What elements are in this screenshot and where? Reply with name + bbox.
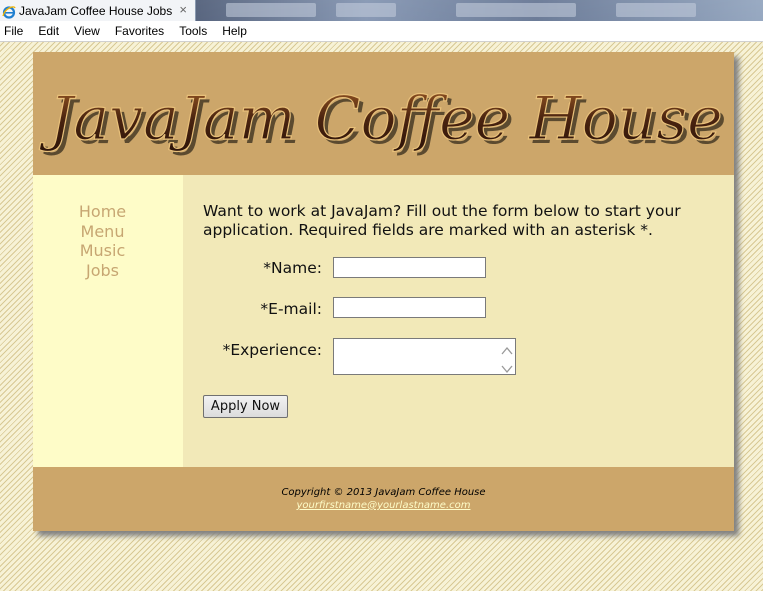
nav-jobs-link[interactable]: Jobs (33, 261, 172, 281)
menu-tools[interactable]: Tools (173, 24, 213, 38)
browser-tab[interactable]: JavaJam Coffee House Jobs × (0, 0, 196, 21)
main-content: Want to work at JavaJam? Fill out the fo… (183, 175, 734, 467)
nav-menu-link[interactable]: Menu (33, 222, 172, 242)
experience-textarea[interactable] (333, 338, 516, 375)
menu-favorites[interactable]: Favorites (109, 24, 170, 38)
blurred-toolbar (196, 0, 763, 21)
menu-view[interactable]: View (68, 24, 106, 38)
menu-file[interactable]: File (0, 24, 29, 38)
logo-text: JavaJam Coffee House (38, 84, 722, 154)
site-header: JavaJam Coffee House JavaJam Coffee Hous… (33, 52, 734, 175)
textarea-scrollbar[interactable] (499, 340, 514, 374)
intro-text: Want to work at JavaJam? Fill out the fo… (203, 202, 681, 239)
apply-now-button[interactable]: Apply Now (203, 395, 288, 418)
scroll-down-icon[interactable] (501, 359, 513, 378)
menu-help[interactable]: Help (216, 24, 253, 38)
site-logo: JavaJam Coffee House JavaJam Coffee Hous… (38, 83, 727, 158)
name-field[interactable] (333, 257, 486, 278)
tab-title: JavaJam Coffee House Jobs (19, 3, 173, 18)
browser-tab-bar: JavaJam Coffee House Jobs × (0, 0, 763, 21)
name-label: *Name: (263, 259, 322, 277)
internet-explorer-icon (2, 4, 16, 19)
menu-edit[interactable]: Edit (32, 24, 65, 38)
experience-label: *Experience: (222, 341, 322, 359)
browser-menu-bar: File Edit View Favorites Tools Help (0, 21, 763, 42)
nav-home-link[interactable]: Home (33, 202, 172, 222)
email-label: *E-mail: (260, 300, 322, 318)
scroll-up-icon[interactable] (501, 340, 513, 359)
nav-music-link[interactable]: Music (33, 241, 172, 261)
site-nav: Home Menu Music Jobs (33, 175, 183, 467)
close-tab-icon[interactable]: × (179, 2, 187, 17)
page-wrapper: JavaJam Coffee House JavaJam Coffee Hous… (33, 52, 734, 531)
email-field[interactable] (333, 297, 486, 318)
footer-email-link[interactable]: yourfirstname@yourlastname.com (33, 500, 734, 511)
site-footer: Copyright © 2013 JavaJam Coffee House yo… (33, 467, 734, 531)
copyright-text: Copyright © 2013 JavaJam Coffee House (281, 487, 486, 498)
